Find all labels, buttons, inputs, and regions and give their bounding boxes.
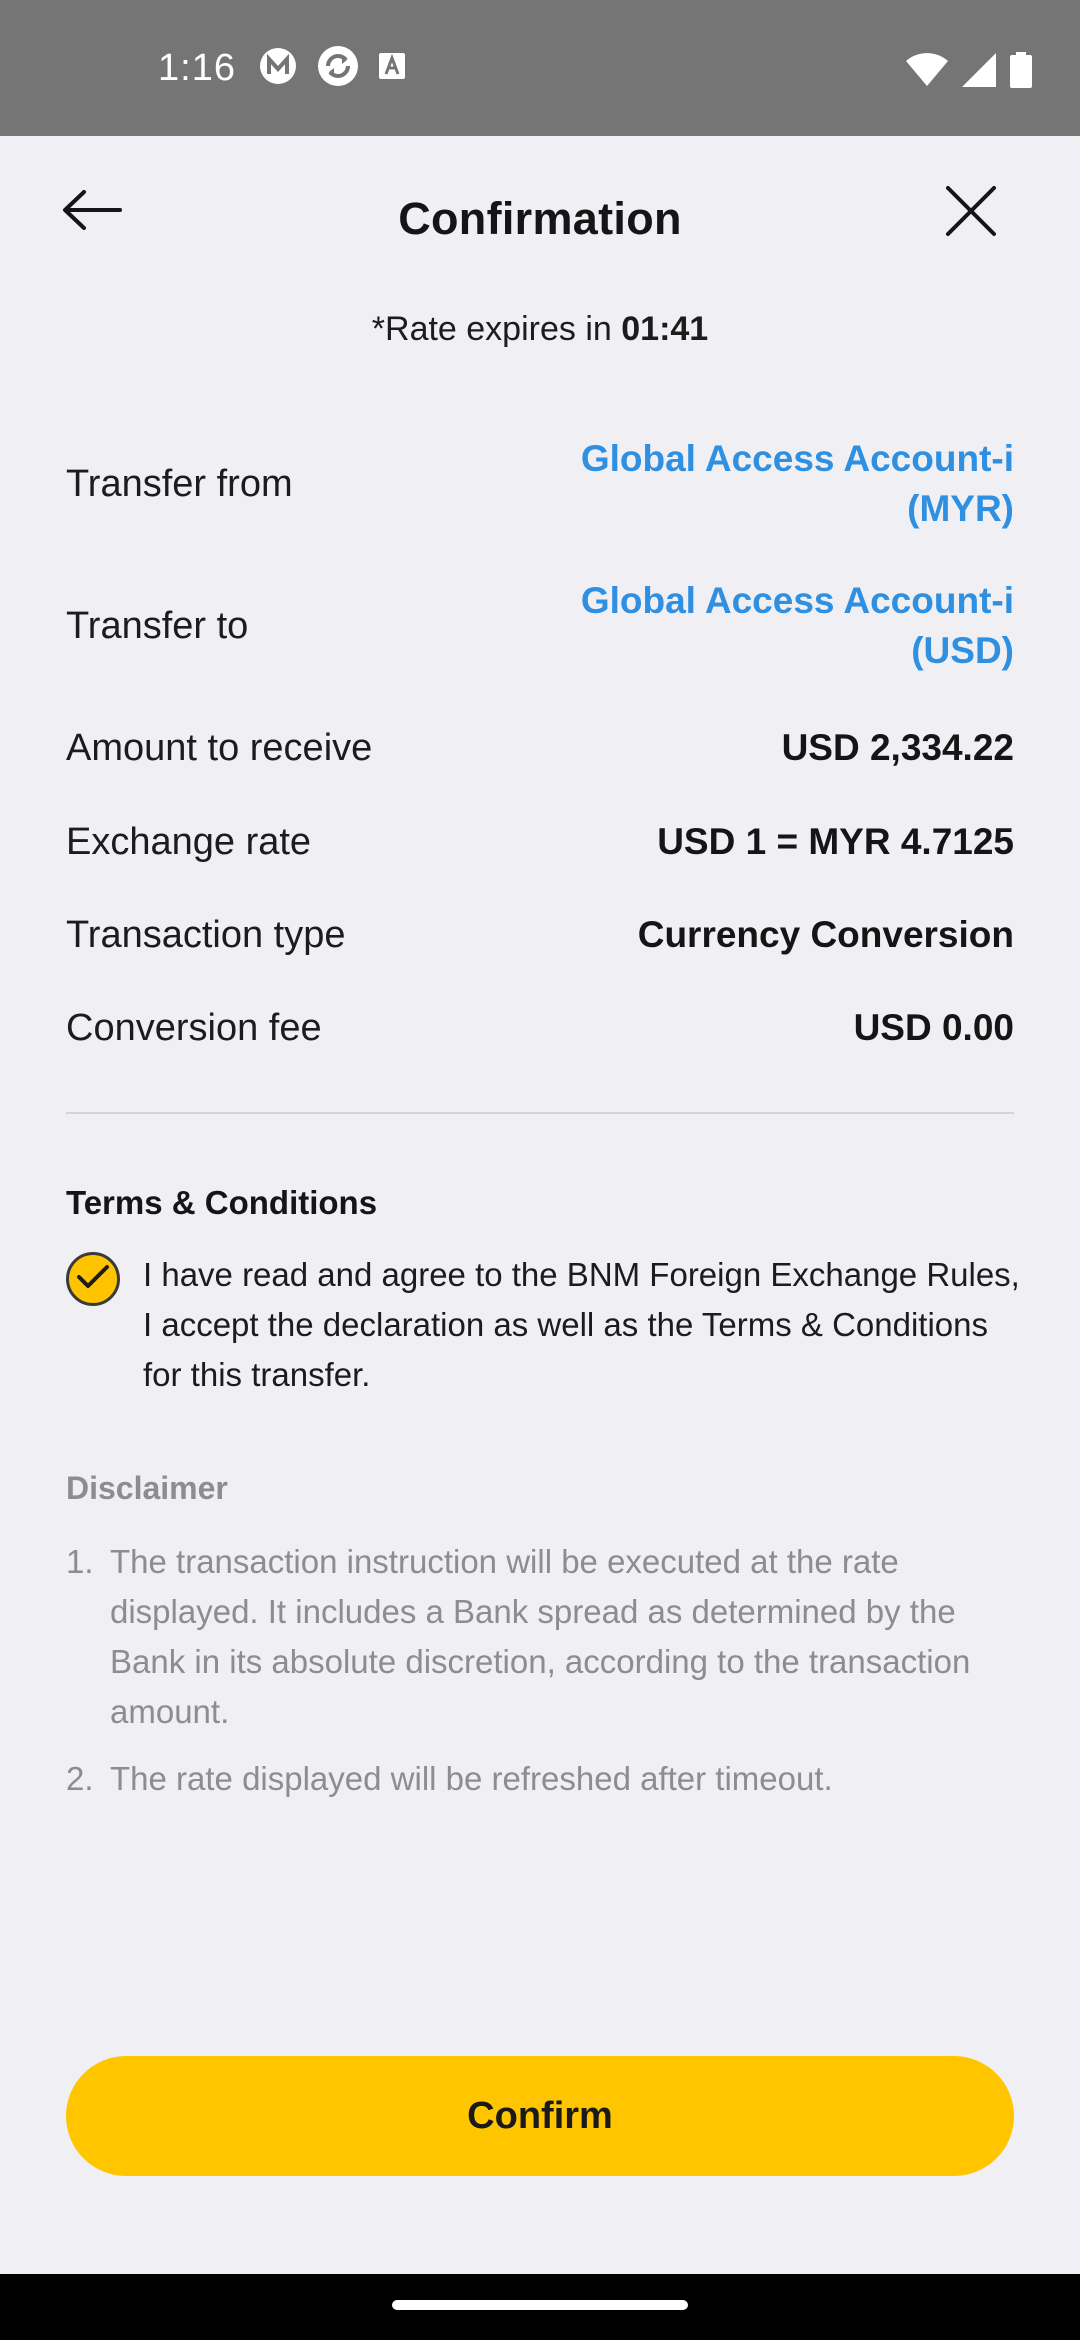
detail-row-exchange-rate: Exchange rate USD 1 = MYR 4.7125 (66, 812, 1014, 872)
detail-row-conversion-fee: Conversion fee USD 0.00 (66, 998, 1014, 1058)
back-button[interactable] (62, 188, 138, 248)
detail-value-line2: (MYR) (907, 488, 1014, 529)
battery-icon (1010, 52, 1032, 93)
arrow-left-icon (62, 190, 122, 236)
detail-label: Transfer to (66, 604, 249, 647)
detail-label: Amount to receive (66, 726, 373, 769)
section-divider (66, 1112, 1014, 1114)
disclaimer-item-text: The transaction instruction will be exec… (110, 1543, 971, 1730)
detail-value: USD 2,334.22 (781, 727, 1014, 768)
disclaimer-list: 1. The transaction instruction will be e… (66, 1537, 1014, 1821)
detail-row-transaction-type: Transaction type Currency Conversion (66, 905, 1014, 965)
disclaimer-item-number: 1. (66, 1543, 94, 1580)
detail-value: Currency Conversion (637, 914, 1014, 955)
home-indicator[interactable] (392, 2300, 688, 2310)
detail-row-transfer-from: Transfer from Global Access Account-i (M… (66, 434, 1014, 534)
detail-value: USD 0.00 (853, 1007, 1014, 1048)
terms-title: Terms & Conditions (66, 1184, 378, 1221)
close-button[interactable] (944, 184, 1008, 248)
page-title: Confirmation (398, 193, 682, 244)
status-time: 1:16 (158, 46, 236, 89)
disclaimer-item: 2. The rate displayed will be refreshed … (66, 1754, 1014, 1804)
app-header: Confirmation (0, 136, 1080, 302)
m-app-icon (258, 46, 298, 91)
signal-icon (962, 53, 996, 92)
detail-value-line2: (USD) (911, 630, 1014, 671)
a-text-icon (378, 52, 406, 85)
terms-checkbox[interactable] (66, 1252, 120, 1306)
detail-label: Transaction type (66, 913, 346, 956)
rate-expiry-countdown: 01:41 (621, 310, 709, 348)
sync-icon (316, 44, 360, 93)
detail-label: Transfer from (66, 462, 293, 505)
status-icons-right (906, 52, 1032, 93)
confirm-button[interactable]: Confirm (66, 2056, 1014, 2176)
detail-value-line1: Global Access Account-i (580, 580, 1014, 621)
wifi-icon (906, 53, 948, 92)
detail-label: Conversion fee (66, 1006, 322, 1049)
disclaimer-item-number: 2. (66, 1760, 94, 1797)
detail-value: USD 1 = MYR 4.7125 (657, 821, 1014, 862)
terms-text: I have read and agree to the BNM Foreign… (143, 1256, 1020, 1393)
detail-label: Exchange rate (66, 820, 312, 863)
status-bar: 1:16 (0, 0, 1080, 136)
detail-value-link[interactable]: Global Access Account-i (USD) (581, 576, 1014, 676)
disclaimer-item-text: The rate displayed will be refreshed aft… (110, 1760, 833, 1797)
detail-row-amount-to-receive: Amount to receive USD 2,334.22 (66, 718, 1014, 778)
checkmark-icon (76, 1264, 110, 1295)
detail-row-transfer-to: Transfer to Global Access Account-i (USD… (66, 576, 1014, 676)
detail-value-line1: Global Access Account-i (580, 438, 1014, 479)
detail-value-link[interactable]: Global Access Account-i (MYR) (581, 434, 1014, 534)
rate-expiry-notice: *Rate expires in 01:41 (0, 310, 1080, 349)
close-icon (944, 186, 998, 242)
disclaimer-title: Disclaimer (66, 1470, 228, 1506)
disclaimer-item: 1. The transaction instruction will be e… (66, 1537, 1014, 1737)
rate-expiry-prefix: *Rate expires in (371, 310, 622, 348)
status-icons-left (258, 44, 406, 93)
